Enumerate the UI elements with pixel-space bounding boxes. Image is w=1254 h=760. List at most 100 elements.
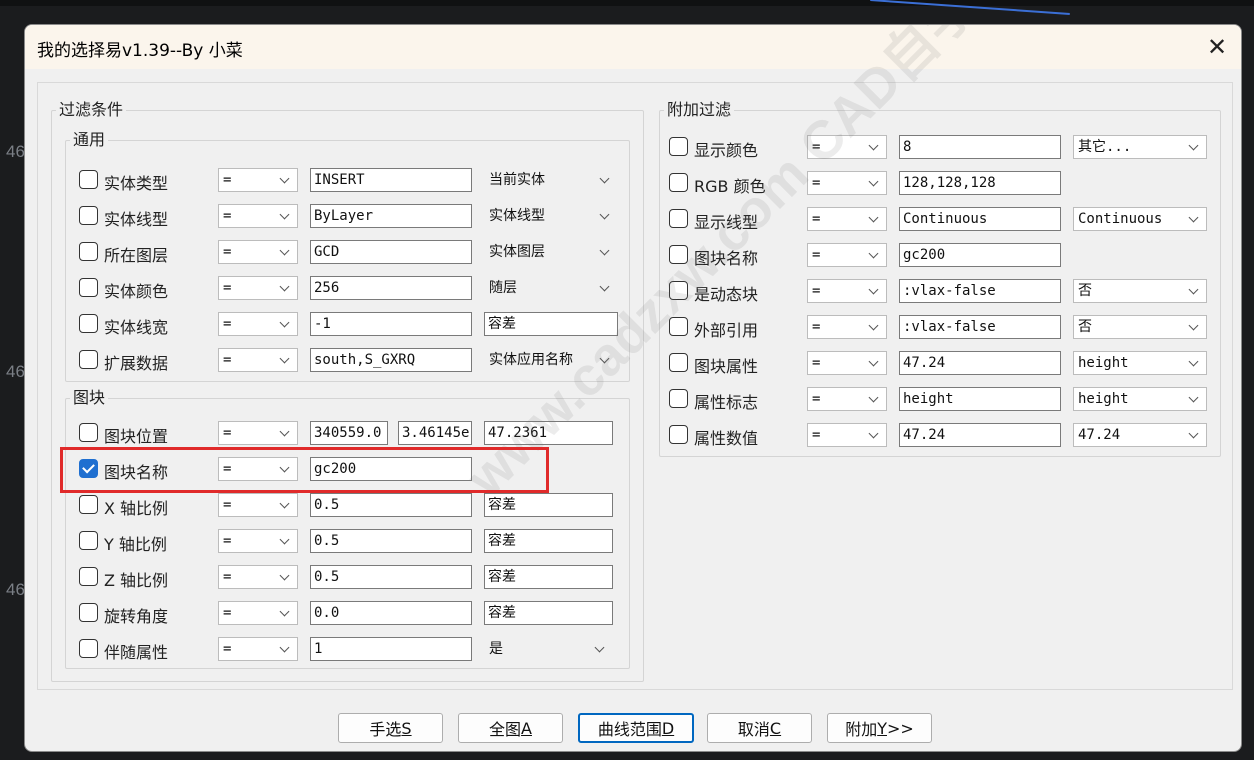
general-5-value-input[interactable]: south,S_GXRQ [310,348,472,372]
additional-7-extra-select[interactable]: height [1073,387,1207,411]
general-4-tolerance-input[interactable]: 容差 [484,312,618,336]
additional-6-operator-select[interactable]: = [807,351,887,375]
additional-7-value-input[interactable]: height [899,387,1061,411]
general-2-value-input[interactable]: GCD [310,240,472,264]
additional-7-checkbox[interactable] [669,389,688,408]
block-4-checkbox[interactable] [79,639,98,658]
additional-5-operator-select[interactable]: = [807,315,887,339]
additional-8-extra-select[interactable]: 47.24 [1073,423,1207,447]
block-1-value-input[interactable]: 0.5 [310,529,472,553]
general-4-operator-select[interactable]: = [218,312,298,336]
manual-button[interactable]: 手选 S [338,713,443,743]
additional-8-operator-select[interactable]: = [807,423,887,447]
additional-3-value-input[interactable]: gc200 [899,243,1061,267]
select-value: 否 [1078,283,1092,299]
block-3-tolerance-input[interactable]: 容差 [484,601,613,625]
additional-8-value-input[interactable]: 47.24 [899,423,1061,447]
general-3-extra-select[interactable]: 随层 [484,276,618,300]
block-3-checkbox[interactable] [79,603,98,622]
additional-4-value-input[interactable]: :vlax-false [899,279,1061,303]
block-1-row: Y 轴比例 = 0.5 容差 [79,528,619,554]
general-5-checkbox[interactable] [79,350,98,369]
general-3-checkbox[interactable] [79,278,98,297]
block-3-operator-select[interactable]: = [218,601,298,625]
additional-0-checkbox[interactable] [669,137,688,156]
block-name-input[interactable]: gc200 [310,457,472,481]
general-0-value-input[interactable]: INSERT [310,168,472,192]
block-1-tolerance-input[interactable]: 容差 [484,529,613,553]
general-2-extra-select[interactable]: 实体图层 [484,240,618,264]
additional-5-checkbox[interactable] [669,317,688,336]
general-0-operator-select[interactable]: = [218,168,298,192]
general-2-checkbox[interactable] [79,242,98,261]
block-1-checkbox[interactable] [79,531,98,550]
cancel-button[interactable]: 取消 C [707,713,812,743]
additional-0-value-input[interactable]: 8 [899,135,1061,159]
general-4-checkbox[interactable] [79,314,98,333]
block-4-row: 伴随属性 = 1 是 [79,636,619,662]
block-4-label: 伴随属性 [104,643,169,662]
additional-button[interactable]: 附加 Y >> [827,713,932,743]
additional-4-checkbox[interactable] [669,281,688,300]
additional-6-value-input[interactable]: 47.24 [899,351,1061,375]
general-1-checkbox[interactable] [79,206,98,225]
block-position-checkbox[interactable] [79,423,98,442]
block-name-checkbox[interactable] [79,459,98,478]
close-button[interactable]: ✕ [1193,25,1241,69]
general-1-operator-select[interactable]: = [218,204,298,228]
general-4-value-input[interactable]: -1 [310,312,472,336]
general-3-value-input[interactable]: 256 [310,276,472,300]
block-4-value-input[interactable]: 1 [310,637,472,661]
additional-7-operator-select[interactable]: = [807,387,887,411]
block-position-y-input[interactable]: 3.46145e [398,421,472,445]
additional-0-operator-select[interactable]: = [807,135,887,159]
block-0-checkbox[interactable] [79,495,98,514]
additional-2-checkbox[interactable] [669,209,688,228]
general-2-row: 所在图层 = GCD 实体图层 [79,239,619,265]
additional-6-extra-select[interactable]: height [1073,351,1207,375]
block-1-operator-select[interactable]: = [218,529,298,553]
general-0-extra-select[interactable]: 当前实体 [484,168,618,192]
block-position-x-input[interactable]: 340559.0 [310,421,388,445]
general-2-operator-select[interactable]: = [218,240,298,264]
additional-1-checkbox[interactable] [669,173,688,192]
additional-3-operator-select[interactable]: = [807,243,887,267]
general-5-extra-select[interactable]: 实体应用名称 [484,348,618,372]
block-4-extra-select[interactable]: 是 [484,637,613,661]
additional-1-value-input[interactable]: 128,128,128 [899,171,1061,195]
additional-1-operator-select[interactable]: = [807,171,887,195]
block-4-operator-select[interactable]: = [218,637,298,661]
additional-2-operator-select[interactable]: = [807,207,887,231]
general-3-operator-select[interactable]: = [218,276,298,300]
operator-value: = [223,316,232,332]
additional-0-extra-select[interactable]: 其它... [1073,135,1207,159]
additional-2-value-input[interactable]: Continuous [899,207,1061,231]
block-name-operator-select[interactable]: = [218,457,298,481]
block-0-tolerance-input[interactable]: 容差 [484,493,613,517]
block-2-checkbox[interactable] [79,567,98,586]
additional-0-row: 显示颜色 = 8 其它... [669,134,1209,160]
additional-5-extra-select[interactable]: 否 [1073,315,1207,339]
general-5-operator-select[interactable]: = [218,348,298,372]
block-0-value-input[interactable]: 0.5 [310,493,472,517]
general-0-checkbox[interactable] [79,170,98,189]
block-2-operator-select[interactable]: = [218,565,298,589]
additional-2-extra-select[interactable]: Continuous [1073,207,1207,231]
block-2-value-input[interactable]: 0.5 [310,565,472,589]
curve-button[interactable]: 曲线范围 D [578,713,694,743]
additional-8-checkbox[interactable] [669,425,688,444]
general-legend: 通用 [73,130,106,149]
block-3-value-input[interactable]: 0.0 [310,601,472,625]
all-button[interactable]: 全图 A [458,713,563,743]
general-1-value-input[interactable]: ByLayer [310,204,472,228]
general-1-extra-select[interactable]: 实体线型 [484,204,618,228]
additional-3-checkbox[interactable] [669,245,688,264]
block-0-operator-select[interactable]: = [218,493,298,517]
block-position-operator-select[interactable]: = [218,421,298,445]
additional-4-operator-select[interactable]: = [807,279,887,303]
additional-4-extra-select[interactable]: 否 [1073,279,1207,303]
additional-5-value-input[interactable]: :vlax-false [899,315,1061,339]
block-2-tolerance-input[interactable]: 容差 [484,565,613,589]
block-position-z-input[interactable]: 47.2361 [484,421,613,445]
additional-6-checkbox[interactable] [669,353,688,372]
